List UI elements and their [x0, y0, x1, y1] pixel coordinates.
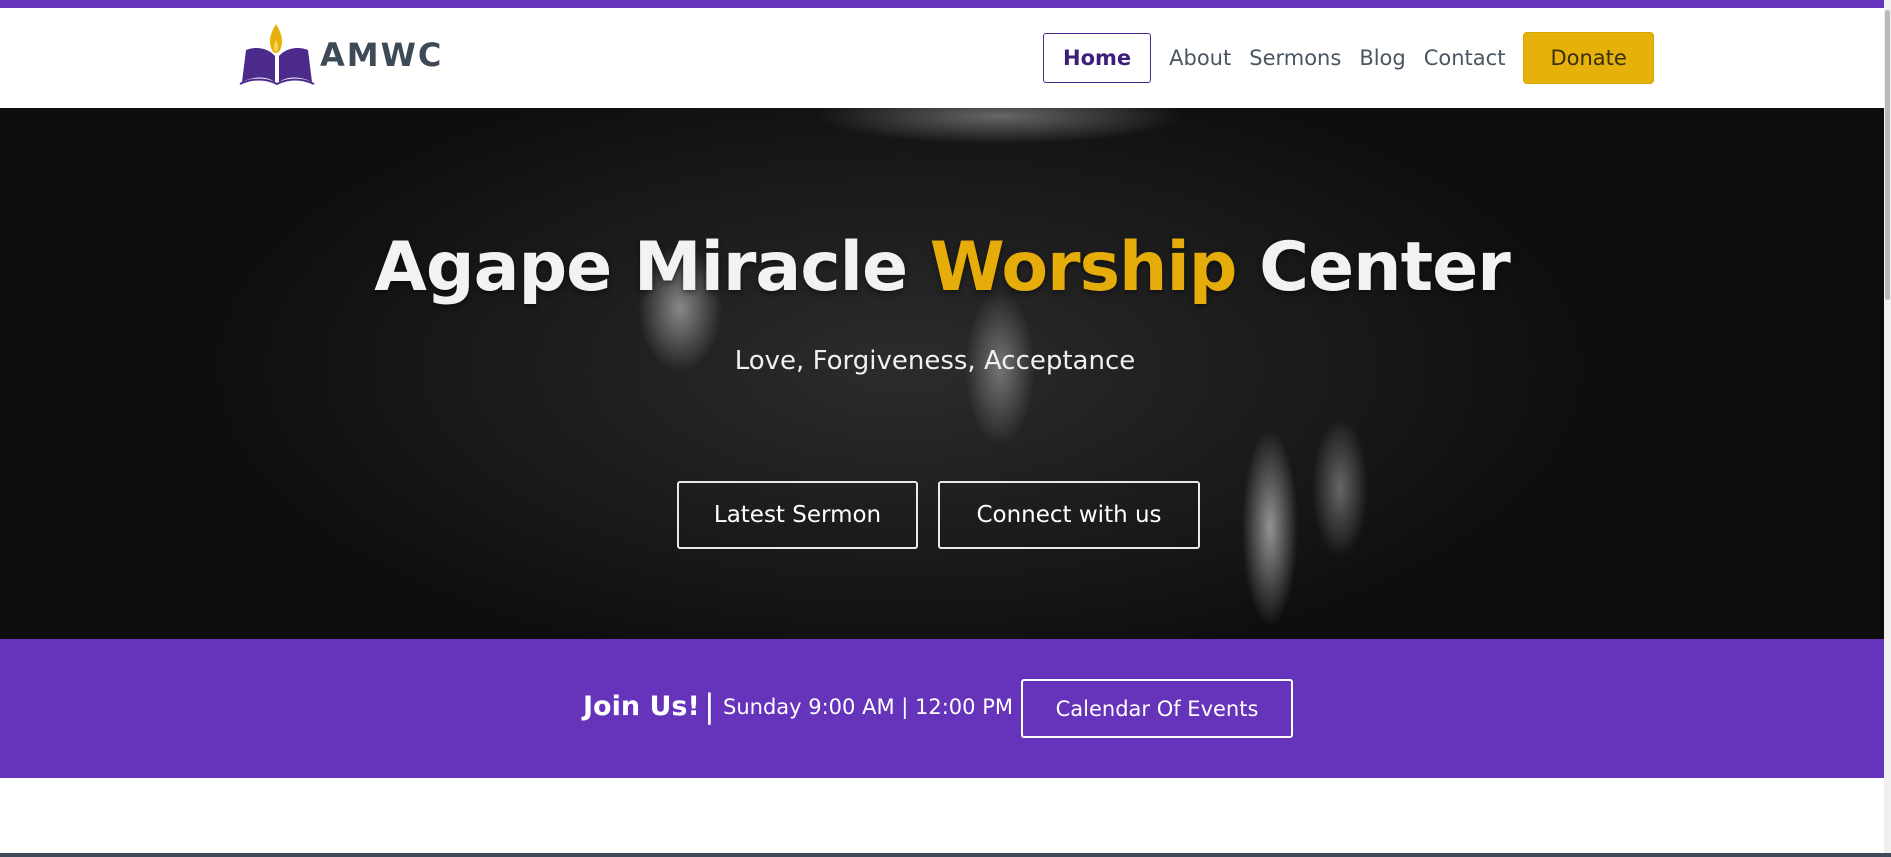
calendar-of-events-button[interactable]: Calendar Of Events	[1021, 679, 1293, 738]
open-book-flame-icon	[239, 24, 315, 86]
join-us-label: Join Us!	[583, 691, 700, 722]
nav-home-link[interactable]: Home	[1043, 33, 1152, 83]
window-bottom-edge	[0, 853, 1891, 857]
nav-about-link[interactable]: About	[1169, 46, 1231, 70]
service-times-bar: Join Us! | Sunday 9:00 AM | 12:00 PM Cal…	[0, 639, 1884, 778]
hero-banner: Agape Miracle Worship Center Love, Forgi…	[0, 108, 1884, 639]
nav-sermons-link[interactable]: Sermons	[1249, 46, 1341, 70]
hero-title-part1: Agape Miracle	[374, 228, 908, 307]
hero-title-accent: Worship	[929, 228, 1238, 307]
service-times: Sunday 9:00 AM | 12:00 PM	[723, 695, 1013, 719]
site-header: AMWC Home About Sermons Blog Contact Don…	[0, 8, 1884, 108]
donate-button[interactable]: Donate	[1523, 32, 1654, 84]
top-accent-bar	[0, 0, 1891, 8]
nav-contact-link[interactable]: Contact	[1424, 46, 1506, 70]
logo-text: AMWC	[320, 36, 444, 74]
scrollbar-thumb[interactable]	[1885, 10, 1890, 300]
site-logo[interactable]: AMWC	[238, 20, 443, 90]
latest-sermon-button[interactable]: Latest Sermon	[677, 481, 918, 549]
hero-subtitle: Love, Forgiveness, Acceptance	[734, 346, 1136, 376]
page-content-area	[0, 778, 1884, 853]
connect-with-us-button[interactable]: Connect with us	[938, 481, 1200, 549]
nav-blog-link[interactable]: Blog	[1359, 46, 1405, 70]
main-nav: Home About Sermons Blog Contact Donate	[1043, 32, 1654, 84]
hero-title: Agape Miracle Worship Center	[0, 228, 1884, 307]
hero-title-part2: Center	[1259, 228, 1511, 307]
join-separator: |	[704, 687, 715, 725]
